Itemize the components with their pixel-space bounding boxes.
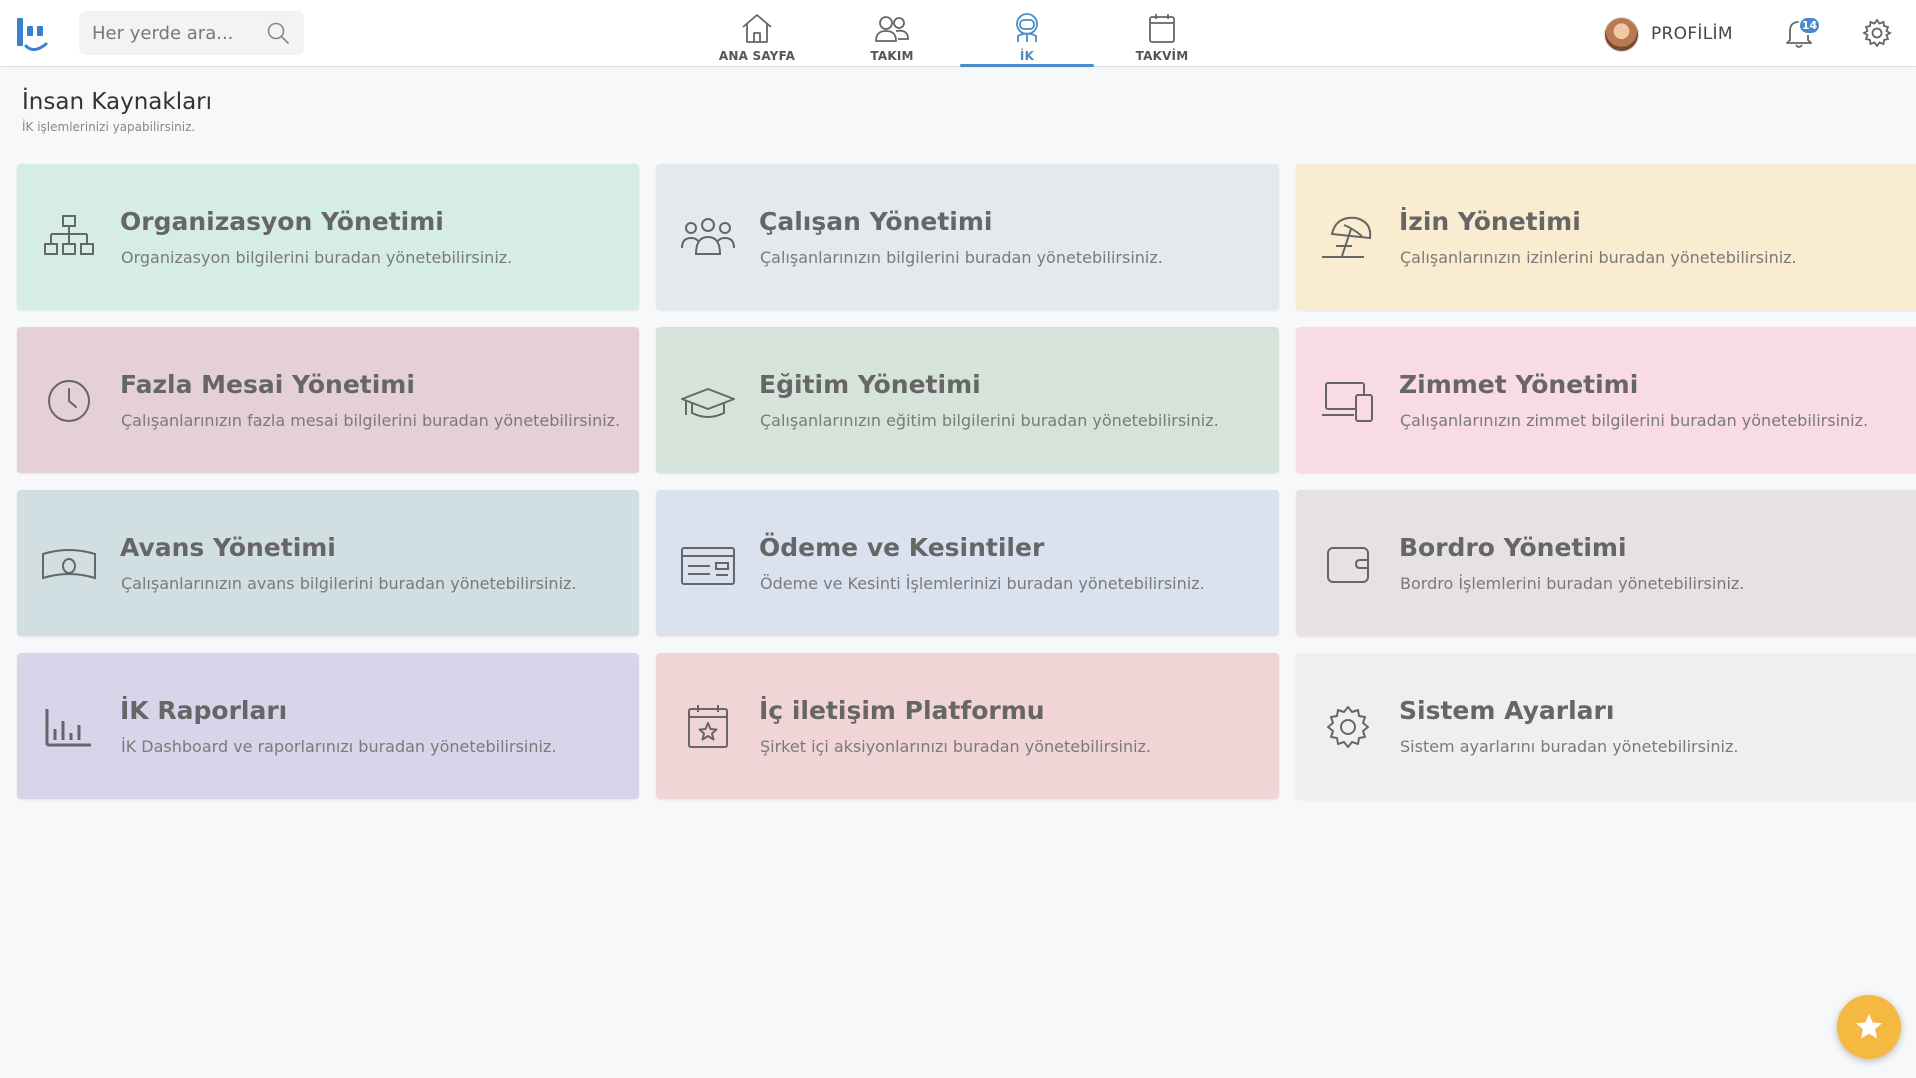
card-description: Sistem ayarlarını buradan yönetebilirsin…	[1400, 737, 1739, 756]
settings-gear-icon[interactable]	[1862, 18, 1892, 48]
card-description: İK Dashboard ve raporlarınızı buradan yö…	[121, 737, 557, 756]
card-reports[interactable]: İK Raporları İK Dashboard ve raporlarını…	[17, 653, 639, 799]
card-description: Çalışanlarınızın fazla mesai bilgilerini…	[121, 411, 621, 430]
search-icon[interactable]	[266, 21, 290, 45]
card-advance[interactable]: Avans Yönetimi Çalışanlarınızın avans bi…	[17, 490, 639, 636]
card-description: Şirket içi aksiyonlarınızı buradan yönet…	[760, 737, 1152, 756]
card-description: Çalışanlarınızın izinlerini buradan yöne…	[1400, 248, 1797, 267]
card-title: Organizasyon Yönetimi	[120, 207, 444, 236]
nav-label: İK	[1019, 49, 1035, 63]
gear-icon	[1318, 697, 1378, 757]
card-title: Fazla Mesai Yönetimi	[120, 370, 415, 399]
star-icon	[1854, 1012, 1884, 1042]
nav-label: ANA SAYFA	[718, 49, 796, 63]
nav-label: TAKVİM	[1135, 49, 1189, 63]
card-internal-communication[interactable]: İç iletişim Platformu Şirket içi aksiyon…	[656, 653, 1279, 799]
card-title: İç iletişim Platformu	[759, 696, 1045, 725]
graduation-cap-icon	[678, 371, 738, 431]
card-training[interactable]: Eğitim Yönetimi Çalışanlarınızın eğitim …	[656, 327, 1279, 473]
card-organization[interactable]: Organizasyon Yönetimi Organizasyon bilgi…	[17, 164, 639, 310]
card-description: Çalışanlarınızın bilgilerini buradan yön…	[760, 248, 1163, 267]
search-input[interactable]	[92, 22, 262, 44]
calendar-icon	[1144, 11, 1180, 45]
card-employees[interactable]: Çalışan Yönetimi Çalışanlarınızın bilgil…	[656, 164, 1279, 310]
avatar	[1604, 16, 1639, 52]
clock-icon	[39, 371, 99, 431]
card-system-settings[interactable]: Sistem Ayarları Sistem ayarlarını burada…	[1296, 653, 1916, 799]
nav-item-home[interactable]: ANA SAYFA	[690, 0, 824, 67]
calendar-star-icon	[678, 697, 738, 757]
top-bar: ANA SAYFA TAKIM İK	[0, 0, 1916, 67]
card-leave[interactable]: İzin Yönetimi Çalışanlarınızın izinlerin…	[1296, 164, 1916, 310]
payment-card-icon	[678, 534, 738, 594]
page-title: İnsan Kaynakları	[22, 89, 213, 115]
card-payments[interactable]: Ödeme ve Kesintiler Ödeme ve Kesinti İşl…	[656, 490, 1279, 636]
card-assets[interactable]: Zimmet Yönetimi Çalışanlarınızın zimmet …	[1296, 327, 1916, 473]
nav-item-team[interactable]: TAKIM	[825, 0, 959, 67]
nav-item-calendar[interactable]: TAKVİM	[1095, 0, 1229, 67]
devices-icon	[1318, 371, 1378, 431]
nav-label: TAKIM	[870, 49, 914, 63]
card-overtime[interactable]: Fazla Mesai Yönetimi Çalışanlarınızın fa…	[17, 327, 639, 473]
profile-button[interactable]: PROFİLİM	[1604, 16, 1733, 52]
card-title: Çalışan Yönetimi	[759, 207, 993, 236]
card-description: Organizasyon bilgilerini buradan yöneteb…	[121, 248, 513, 267]
card-payroll[interactable]: Bordro Yönetimi Bordro İşlemlerini burad…	[1296, 490, 1916, 636]
card-description: Ödeme ve Kesinti İşlemlerinizi buradan y…	[760, 574, 1205, 593]
app-logo[interactable]	[16, 14, 50, 54]
profile-label: PROFİLİM	[1651, 24, 1733, 44]
money-icon	[39, 534, 99, 594]
favorites-button[interactable]	[1837, 995, 1901, 1059]
card-description: Çalışanlarınızın eğitim bilgilerini bura…	[760, 411, 1219, 430]
bar-chart-icon	[39, 697, 99, 757]
card-title: İzin Yönetimi	[1399, 207, 1581, 236]
wallet-icon	[1318, 534, 1378, 594]
card-title: Ödeme ve Kesintiler	[759, 533, 1045, 562]
card-title: Eğitim Yönetimi	[759, 370, 981, 399]
card-title: Sistem Ayarları	[1399, 696, 1615, 725]
nav-item-hr[interactable]: İK	[960, 0, 1094, 67]
card-title: İK Raporları	[120, 696, 288, 725]
page-subtitle: İK işlemlerinizi yapabilirsiniz.	[22, 120, 196, 134]
users-icon	[874, 11, 910, 45]
card-title: Bordro Yönetimi	[1399, 533, 1627, 562]
astronaut-icon	[1009, 11, 1045, 45]
org-chart-icon	[39, 208, 99, 268]
search-box	[79, 11, 304, 55]
notification-badge: 14	[1798, 16, 1821, 35]
card-description: Bordro İşlemlerini buradan yönetebilirsi…	[1400, 574, 1745, 593]
beach-umbrella-icon	[1318, 208, 1378, 268]
card-title: Avans Yönetimi	[120, 533, 336, 562]
users-icon	[678, 208, 738, 268]
home-icon	[739, 11, 775, 45]
card-title: Zimmet Yönetimi	[1399, 370, 1639, 399]
card-description: Çalışanlarınızın zimmet bilgilerini bura…	[1400, 411, 1869, 430]
card-description: Çalışanlarınızın avans bilgilerini burad…	[121, 574, 577, 593]
